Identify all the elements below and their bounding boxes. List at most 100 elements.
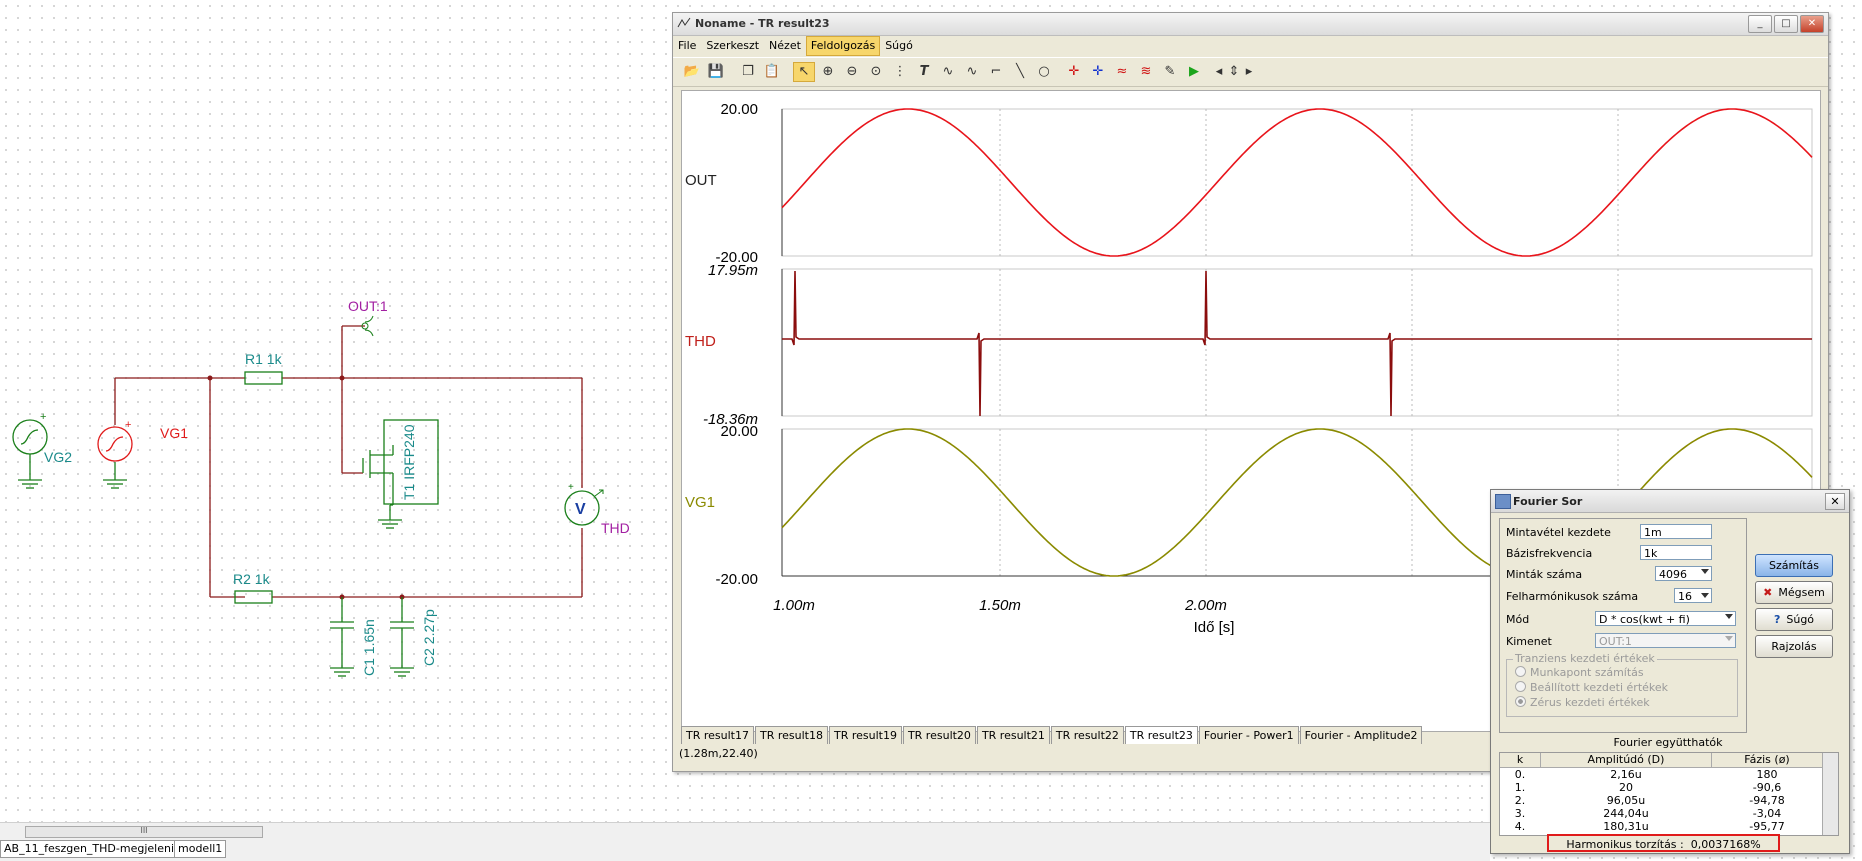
col-k: k (1500, 753, 1541, 768)
axis-label-icon[interactable]: ⌐ (985, 62, 1007, 82)
draw-button[interactable]: Rajzolás (1755, 635, 1833, 658)
tab-tr-result17[interactable]: TR result17 (681, 726, 754, 744)
zoom-in-icon[interactable]: ⊕ (817, 62, 839, 82)
horizontal-scrollbar[interactable]: III (25, 826, 263, 838)
fourier-settings: Mintavétel kezdete 1m Bázisfrekvencia 1k… (1499, 518, 1747, 733)
table-cell: 1. (1514, 781, 1526, 794)
samples-label: Minták száma (1506, 568, 1583, 581)
menu-view[interactable]: Nézet (764, 36, 806, 56)
thd-meter-label: THD (601, 520, 630, 536)
curve-label2-icon[interactable]: ∿ (961, 62, 983, 82)
probe-tool-icon[interactable]: ✎ (1159, 62, 1181, 82)
vg2-label: VG2 (44, 449, 72, 465)
minimize-button[interactable]: _ (1748, 15, 1772, 33)
r1-label: R1 1k (245, 351, 283, 367)
output-select[interactable]: OUT:1 (1595, 633, 1736, 648)
close-button[interactable]: ✕ (1800, 15, 1824, 33)
menu-process[interactable]: Feldolgozás (805, 36, 881, 56)
tab-fourier-amplitude2[interactable]: Fourier - Amplitude2 (1299, 726, 1423, 744)
vg1-plot-name: VG1 (685, 494, 715, 511)
menu-edit[interactable]: Szerkeszt (701, 36, 764, 56)
cursor-b-icon[interactable]: ✛ (1087, 62, 1109, 82)
thd-plot-name: THD (685, 333, 716, 350)
arrow-right-icon[interactable]: ▸ (1243, 62, 1255, 82)
output-label: Kimenet (1506, 635, 1552, 648)
thd-value: 0,0037168% (1690, 838, 1761, 851)
add-curve-icon[interactable]: ≈ (1111, 62, 1133, 82)
radio-operating-point[interactable]: Munkapont számítás (1515, 666, 1644, 679)
t1-label: T1 IRFP240 (401, 424, 417, 500)
fourier-dialog[interactable]: Fourier Sor ✕ Mintavétel kezdete 1m Bázi… (1490, 489, 1850, 854)
circle-tool-icon[interactable]: ○ (1033, 62, 1055, 82)
chevron-down-icon (1725, 636, 1733, 641)
add-multi-curve-icon[interactable]: ≋ (1135, 62, 1157, 82)
col-phase: Fázis (ø) (1712, 753, 1823, 768)
cancel-x-icon: ✖ (1763, 586, 1773, 599)
dialog-title: Fourier Sor (1513, 495, 1583, 508)
thd-ymax: 17.95m (708, 262, 758, 279)
tab-tr-result21[interactable]: TR result21 (976, 726, 1050, 744)
menu-help[interactable]: Súgó (880, 36, 918, 56)
harmonics-label: Felharmónikusok száma (1506, 590, 1639, 603)
menu-file[interactable]: File (673, 36, 701, 56)
tab-tr-result18[interactable]: TR result18 (754, 726, 828, 744)
arrow-updown-icon[interactable]: ⇕ (1227, 62, 1241, 82)
plot-frame (781, 108, 1813, 257)
tab-tr-result23[interactable]: TR result23 (1124, 726, 1198, 744)
tab-fourier-power1[interactable]: Fourier - Power1 (1198, 726, 1299, 744)
tab-schematic-file[interactable]: AB_11_feszgen_THD-megjelenites (0, 840, 195, 858)
calculate-button[interactable]: Számítás (1755, 554, 1833, 577)
save-icon[interactable]: 💾 (705, 62, 727, 82)
pointer-icon[interactable]: ↖ (793, 62, 815, 82)
run-icon[interactable]: ▶ (1183, 62, 1205, 82)
x-tick-2: 1.50m (979, 597, 1021, 614)
radio-zero-initial[interactable]: Zérus kezdeti értékek (1515, 696, 1650, 709)
curve-label-icon[interactable]: ∿ (937, 62, 959, 82)
tab-model[interactable]: modell1 (174, 840, 227, 858)
zoom-full-icon[interactable]: ⊙ (865, 62, 887, 82)
paste-icon[interactable]: 📋 (761, 62, 783, 82)
grid-icon[interactable]: ⋮ (889, 62, 911, 82)
dialog-close-button[interactable]: ✕ (1825, 493, 1845, 510)
coefficients-table[interactable]: k Amplitúdó (D) Fázis (ø) 0. 2,16u 180 1. 20… (1499, 752, 1839, 836)
chevron-down-icon (1701, 569, 1709, 574)
out-ymax: 20.00 (720, 101, 758, 118)
table-cell: 180 (1756, 768, 1778, 781)
arrow-left-icon[interactable]: ◂ (1213, 62, 1225, 82)
zoom-out-icon[interactable]: ⊖ (841, 62, 863, 82)
x-tick-3: 2.00m (1184, 597, 1227, 614)
help-button[interactable]: ? Súgó (1755, 608, 1833, 631)
vg1-ymax: 20.00 (720, 423, 758, 440)
dialog-titlebar[interactable]: Fourier Sor ✕ (1491, 490, 1849, 513)
schematic-drawing[interactable]: OUT:1 R1 1k R2 1k VG1 VG2 + + THD V + T1… (0, 0, 672, 822)
harmonics-stepper[interactable]: 16 (1674, 588, 1712, 603)
table-scrollbar[interactable] (1822, 753, 1838, 835)
stepper-icon[interactable] (1701, 593, 1709, 598)
table-cell: 2,16u (1610, 768, 1642, 781)
text-tool-icon[interactable]: T (913, 62, 935, 82)
thd-result: Harmonikus torzítás : 0,0037168% (1547, 834, 1780, 852)
fourier-dialog-icon (1495, 494, 1511, 509)
open-folder-icon[interactable]: 📂 (681, 62, 703, 82)
samples-select[interactable]: 4096 (1655, 566, 1712, 581)
maximize-button[interactable]: □ (1774, 15, 1798, 33)
line-tool-icon[interactable]: ╲ (1009, 62, 1031, 82)
cursor-coordinates: (1.28m,22.40) (679, 747, 758, 760)
window-titlebar[interactable]: Noname - TR result23 _ □ ✕ (673, 13, 1828, 36)
tina-app-icon (677, 17, 691, 28)
base-freq-input[interactable]: 1k (1640, 545, 1712, 560)
vg2-plus: + (40, 411, 46, 423)
mode-select[interactable]: D * cos(kwt + fi) (1595, 611, 1736, 626)
table-cell: 244,04u (1603, 807, 1649, 820)
tab-tr-result19[interactable]: TR result19 (828, 726, 902, 744)
menubar: File Szerkeszt Nézet Feldolgozás Súgó (673, 36, 1828, 56)
group-title: Tranziens kezdeti értékek (1513, 652, 1657, 665)
vg1-label: VG1 (160, 425, 188, 441)
cursor-a-icon[interactable]: ✛ (1063, 62, 1085, 82)
start-input[interactable]: 1m (1640, 524, 1712, 539)
copy-icon[interactable]: ❐ (737, 62, 759, 82)
tab-tr-result22[interactable]: TR result22 (1050, 726, 1124, 744)
tab-tr-result20[interactable]: TR result20 (902, 726, 976, 744)
radio-set-initial[interactable]: Beállított kezdeti értékek (1515, 681, 1668, 694)
cancel-button[interactable]: ✖ Mégsem (1755, 581, 1833, 604)
